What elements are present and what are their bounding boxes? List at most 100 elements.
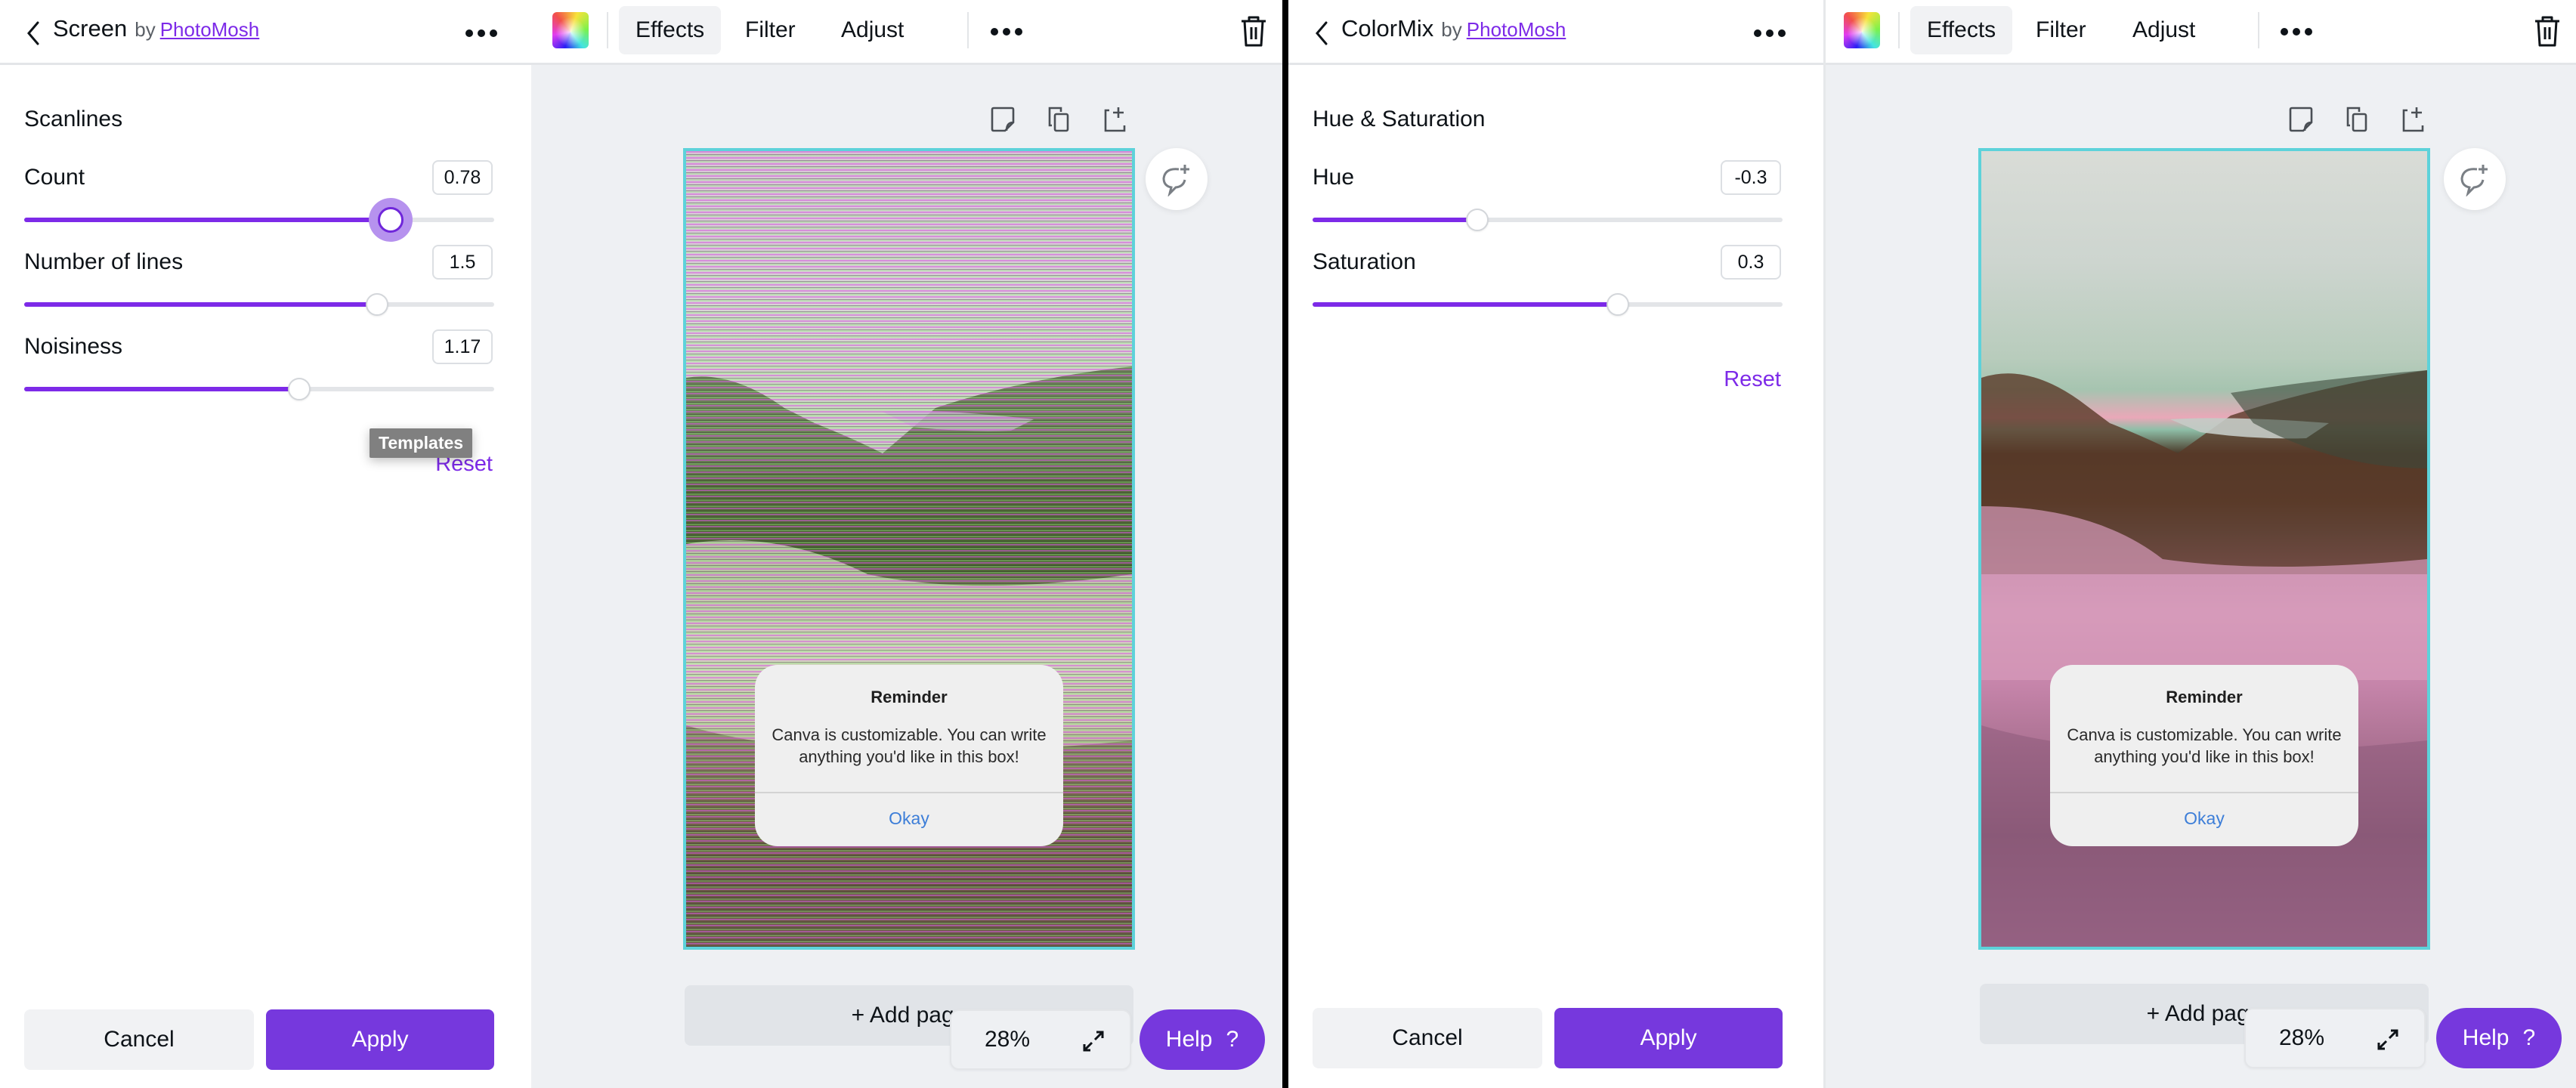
control-label-saturation: Saturation (1313, 249, 1416, 274)
add-comment-button[interactable] (1146, 148, 1208, 210)
apply-button[interactable]: Apply (1554, 1008, 1783, 1068)
chevron-left-icon (27, 21, 39, 45)
more-options-button[interactable] (1751, 20, 1789, 47)
more-options-button[interactable] (462, 20, 500, 47)
cancel-button[interactable]: Cancel (1313, 1008, 1542, 1068)
tab-adjust[interactable]: Adjust (824, 6, 920, 54)
dialog-divider (755, 792, 1063, 793)
by-label: by (135, 18, 156, 41)
number-of-lines-slider[interactable] (24, 293, 494, 316)
slider-thumb[interactable] (1465, 209, 1489, 231)
color-swatch-icon[interactable] (552, 12, 589, 48)
effect-name: Screen (53, 15, 128, 42)
trash-icon[interactable] (1239, 14, 1269, 48)
more-dots-icon (1003, 28, 1010, 36)
note-icon[interactable] (2288, 106, 2314, 133)
add-comment-button[interactable] (2444, 148, 2506, 210)
control-label-noisiness: Noisiness (24, 334, 123, 359)
saturation-slider[interactable] (1313, 293, 1783, 316)
zoom-level[interactable]: 28% (2279, 1025, 2324, 1051)
toolbar-divider (1898, 12, 1900, 48)
hue-slider[interactable] (1313, 209, 1783, 231)
add-page-icon[interactable] (2400, 106, 2426, 133)
author-link[interactable]: PhotoMosh (1467, 18, 1566, 41)
comment-add-icon (2460, 165, 2488, 196)
canvas-area: Effects Filter Adjust Reminder Canva is … (531, 0, 1282, 1088)
reset-button[interactable]: Reset (1724, 367, 1781, 392)
dialog-okay-button[interactable]: Okay (2050, 808, 2358, 829)
tab-filter[interactable]: Filter (2019, 6, 2103, 54)
note-icon[interactable] (990, 106, 1016, 133)
zoom-level[interactable]: 28% (985, 1027, 1030, 1052)
question-mark-icon: ? (2522, 1025, 2536, 1050)
reminder-dialog: Reminder Canva is customizable. You can … (2050, 665, 2358, 846)
number-of-lines-value-input[interactable]: 1.5 (432, 245, 493, 280)
slider-thumb[interactable] (365, 293, 388, 316)
hue-value-input[interactable]: -0.3 (1721, 160, 1781, 195)
more-dots-icon (1754, 29, 1761, 37)
tab-filter[interactable]: Filter (728, 6, 812, 54)
image-toolbar: Effects Filter Adjust (531, 0, 1282, 65)
fullscreen-expand-icon[interactable] (2374, 1026, 2401, 1053)
question-mark-icon: ? (1226, 1027, 1239, 1052)
comment-add-icon (1162, 165, 1189, 196)
toolbar-more-button[interactable] (988, 18, 1025, 45)
page-actions (2288, 106, 2426, 133)
slider-thumb[interactable] (287, 378, 311, 400)
more-dots-icon (1778, 29, 1786, 37)
more-dots-icon (2305, 28, 2312, 36)
help-button[interactable]: Help ? (2436, 1008, 2562, 1068)
toolbar-more-button[interactable] (2278, 18, 2315, 45)
count-slider[interactable] (24, 207, 494, 233)
dialog-okay-button[interactable]: Okay (755, 808, 1063, 829)
help-button[interactable]: Help ? (1140, 1009, 1265, 1070)
more-dots-icon (2293, 28, 2300, 36)
toolbar-divider (2258, 12, 2259, 48)
more-dots-icon (490, 29, 497, 37)
fullscreen-expand-icon[interactable] (1080, 1028, 1107, 1055)
apply-button[interactable]: Apply (266, 1009, 494, 1070)
duplicate-page-icon[interactable] (1046, 106, 1072, 133)
duplicate-page-icon[interactable] (2344, 106, 2370, 133)
dialog-body: Canva is customizable. You can write any… (2067, 725, 2342, 766)
by-label: by (1441, 18, 1462, 41)
page-actions (990, 106, 1127, 133)
more-dots-icon (2281, 28, 2288, 36)
slider-thumb[interactable] (378, 207, 404, 233)
color-swatch-icon[interactable] (1844, 12, 1880, 48)
zoom-control: 28% (950, 1009, 1131, 1070)
dialog-divider (2050, 792, 2358, 793)
design-page[interactable]: Reminder Canva is customizable. You can … (683, 148, 1135, 950)
slider-fill (24, 302, 377, 307)
slider-fill (1313, 218, 1477, 222)
slider-thumb[interactable] (1607, 293, 1630, 316)
design-page[interactable]: Reminder Canva is customizable. You can … (1978, 148, 2430, 950)
section-title: Hue & Saturation (1313, 107, 1486, 131)
noisiness-slider[interactable] (24, 378, 494, 400)
saturation-value-input[interactable]: 0.3 (1721, 245, 1781, 280)
chevron-left-icon (1316, 21, 1328, 45)
back-button[interactable] (1308, 18, 1335, 48)
effect-panel-colormix: ColorMix by PhotoMosh Hue & Saturation Hue… (1288, 0, 1826, 1088)
tab-effects[interactable]: Effects (619, 6, 722, 54)
cancel-button[interactable]: Cancel (24, 1009, 254, 1070)
tab-effects[interactable]: Effects (1910, 6, 2013, 54)
editor-left: Screen by PhotoMosh Scanlines Count 0.78 N… (0, 0, 1282, 1088)
noisiness-value-input[interactable]: 1.17 (432, 329, 493, 364)
control-label-number-of-lines: Number of lines (24, 249, 184, 274)
tab-adjust[interactable]: Adjust (2116, 6, 2212, 54)
dialog-title: Reminder (2166, 688, 2243, 706)
panel-header: ColorMix by PhotoMosh (1288, 0, 1823, 65)
more-dots-icon (1766, 29, 1774, 37)
back-button[interactable] (20, 18, 47, 48)
control-label-hue: Hue (1313, 165, 1355, 190)
more-dots-icon (465, 29, 473, 37)
slider-fill (24, 387, 299, 391)
split-divider (1282, 0, 1288, 1088)
author-link[interactable]: PhotoMosh (160, 18, 260, 41)
count-value-input[interactable]: 0.78 (432, 160, 493, 195)
editor-right: ColorMix by PhotoMosh Hue & Saturation Hue… (1288, 0, 2576, 1088)
help-label: Help (1165, 1027, 1213, 1052)
add-page-icon[interactable] (1102, 106, 1127, 133)
trash-icon[interactable] (2532, 14, 2562, 48)
